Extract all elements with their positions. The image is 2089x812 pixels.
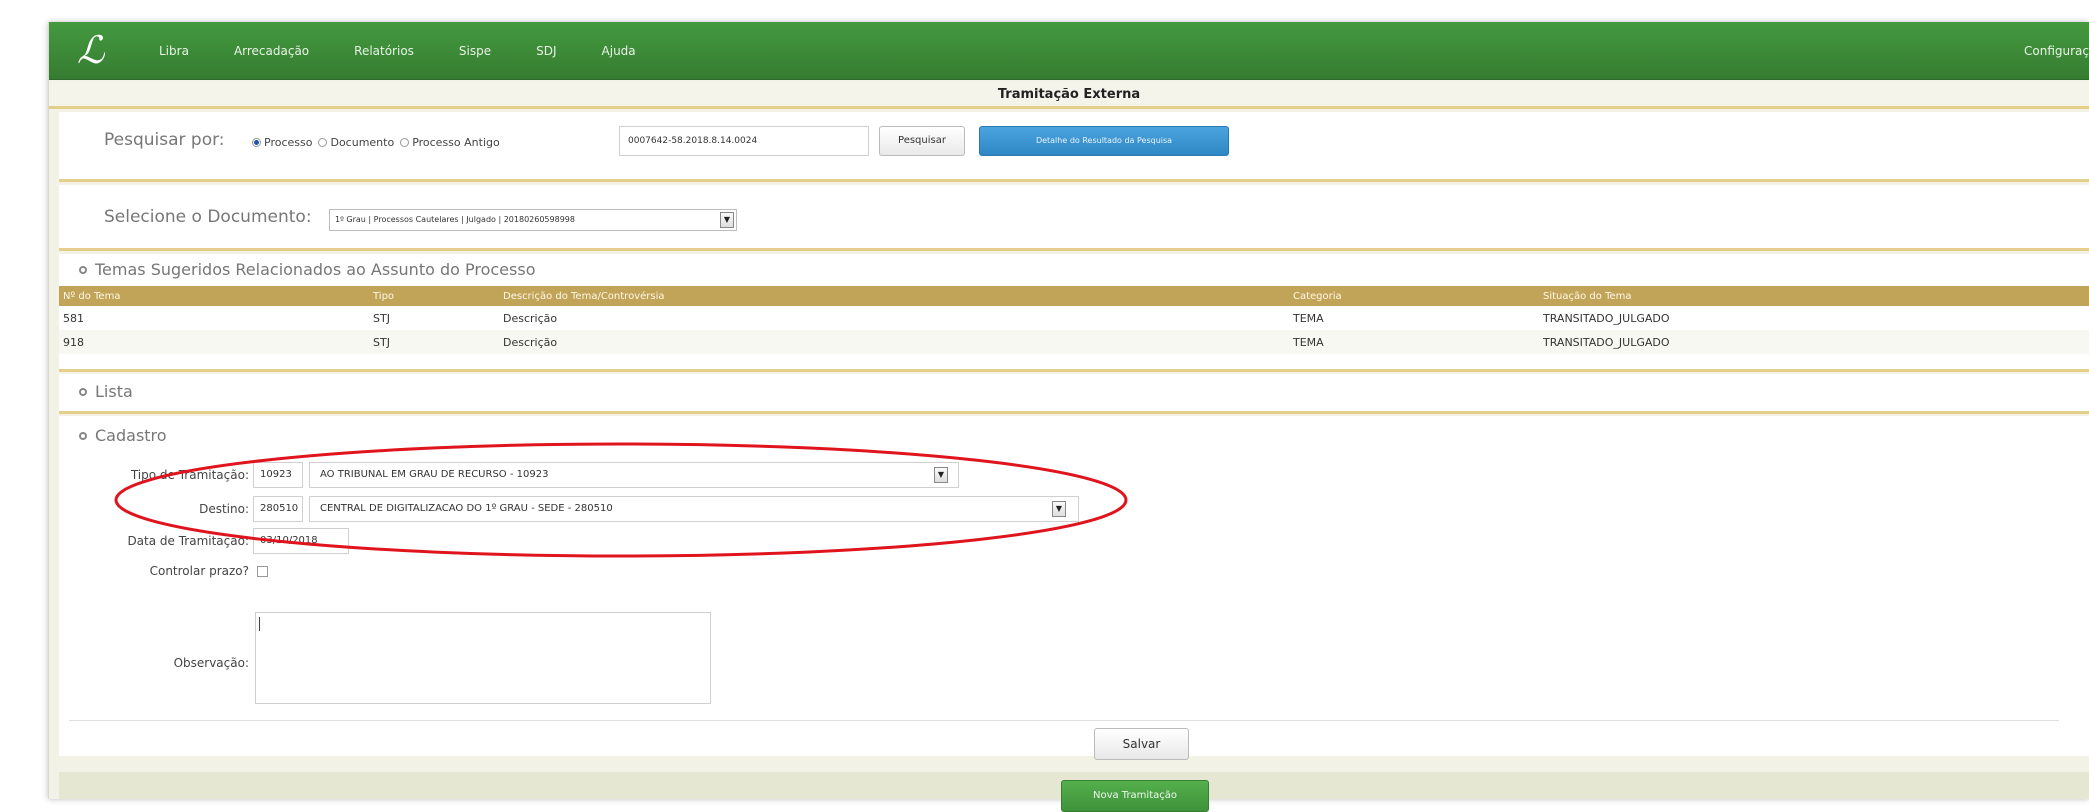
cadastro-section-header[interactable]: Cadastro (79, 426, 167, 445)
destino-select[interactable]: CENTRAL DE DIGITALIZACAO DO 1º GRAU - SE… (309, 496, 1079, 522)
data-tramitacao-label: Data de Tramitação: (127, 534, 249, 548)
temas-table: Nº do Tema Tipo Descrição do Tema/Contro… (59, 286, 2089, 354)
controlar-prazo-label: Controlar prazo? (149, 564, 249, 578)
column-header: Categoria (1289, 286, 1539, 306)
app-window: ℒ Libra Arrecadação Relatórios Sispe SDJ… (48, 22, 2089, 812)
radio-documento[interactable]: Documento (318, 136, 394, 149)
menu-item-relatorios[interactable]: Relatórios (354, 44, 414, 58)
radio-processo-antigo[interactable]: Processo Antigo (400, 136, 500, 149)
collapse-circle-icon (79, 388, 87, 396)
search-by-label: Pesquisar por: (104, 130, 225, 150)
destino-code-input[interactable]: 280510 (253, 496, 303, 522)
controlar-prazo-checkbox[interactable] (257, 566, 268, 577)
radio-processo-label: Processo (264, 136, 313, 149)
menu-item-configuracoes[interactable]: Configuraç (2024, 22, 2089, 80)
lista-section: Lista (59, 374, 2089, 414)
document-select[interactable]: 1º Grau | Processos Cautelares | Julgado… (329, 209, 737, 231)
process-number-input[interactable]: 0007642-58.2018.8.14.0024 (619, 126, 869, 156)
radio-processo-antigo-label: Processo Antigo (412, 136, 500, 149)
divider (69, 720, 2059, 721)
temas-section-title: Temas Sugeridos Relacionados ao Assunto … (95, 260, 536, 279)
search-result-detail-button[interactable]: Detalhe do Resultado da Pesquisa (979, 126, 1229, 156)
document-select-label: Selecione o Documento: (104, 207, 312, 227)
search-type-radio-group: Processo Documento Processo Antigo (252, 136, 506, 149)
search-button[interactable]: Pesquisar (879, 126, 965, 156)
cadastro-section-title: Cadastro (95, 426, 167, 445)
top-navigation-bar: ℒ Libra Arrecadação Relatórios Sispe SDJ… (49, 22, 2089, 80)
save-button[interactable]: Salvar (1094, 728, 1189, 760)
column-header: Tipo (369, 286, 499, 306)
cell-situacao: TRANSITADO_JULGADO (1539, 330, 2089, 354)
cell-categoria: TEMA (1293, 311, 1324, 325)
tipo-tramitacao-label: Tipo de Tramitação: (130, 468, 249, 482)
dropdown-arrow-icon[interactable]: ▼ (934, 467, 948, 483)
column-header: Nº do Tema (59, 286, 369, 306)
temas-section-header[interactable]: Temas Sugeridos Relacionados ao Assunto … (79, 260, 535, 279)
menu-item-arrecadacao[interactable]: Arrecadação (234, 44, 309, 58)
cadastro-section: Cadastro Tipo de Tramitação: 10923 AO TR… (59, 416, 2089, 760)
document-select-value: 1º Grau | Processos Cautelares | Julgado… (335, 215, 575, 224)
cell-descricao: Descrição (503, 311, 558, 325)
text-cursor (259, 617, 260, 631)
tipo-tramitacao-code-input[interactable]: 10923 (253, 462, 303, 488)
table-row[interactable]: 581 STJ Descrição TEMA TRANSITADO_JULGAD… (59, 306, 2089, 330)
radio-unselected-icon (400, 138, 410, 147)
cell-tipo: STJ (369, 330, 499, 354)
dropdown-arrow-icon[interactable]: ▼ (720, 212, 734, 228)
tipo-tramitacao-select[interactable]: AO TRIBUNAL EM GRAU DE RECURSO - 10923 ▼ (309, 462, 959, 488)
cell-tipo: STJ (373, 311, 390, 325)
tipo-tramitacao-select-value: AO TRIBUNAL EM GRAU DE RECURSO - 10923 (320, 469, 549, 480)
cell-categoria: TEMA (1289, 330, 1539, 354)
column-header: Descrição do Tema/Controvérsia (499, 286, 1289, 306)
collapse-circle-icon (79, 432, 87, 440)
lista-section-header[interactable]: Lista (79, 382, 133, 401)
cell-situacao: TRANSITADO_JULGADO (1543, 311, 1670, 325)
page-title: Tramitação Externa (49, 81, 2089, 109)
destino-select-value: CENTRAL DE DIGITALIZACAO DO 1º GRAU - SE… (320, 503, 613, 514)
menu-item-sispe[interactable]: Sispe (459, 44, 491, 58)
search-panel: Pesquisar por: Processo Documento Proces… (59, 112, 2089, 182)
temas-section: Temas Sugeridos Relacionados ao Assunto … (59, 254, 2089, 372)
collapse-circle-icon (79, 266, 87, 274)
new-tramitacao-button[interactable]: Nova Tramitação (1061, 780, 1209, 812)
radio-unselected-icon (318, 138, 328, 147)
observacao-textarea[interactable] (255, 612, 711, 704)
menu-item-ajuda[interactable]: Ajuda (602, 44, 636, 58)
radio-processo[interactable]: Processo (252, 136, 312, 149)
cell-descricao: Descrição (499, 330, 1289, 354)
dropdown-arrow-icon[interactable]: ▼ (1052, 501, 1066, 517)
document-select-panel: Selecione o Documento: 1º Grau | Process… (59, 185, 2089, 251)
lista-section-title: Lista (95, 382, 133, 401)
menu-item-libra[interactable]: Libra (159, 44, 189, 58)
destino-label: Destino: (199, 502, 249, 516)
cell-tema-number: 581 (63, 311, 84, 325)
observacao-label: Observação: (173, 656, 249, 670)
data-tramitacao-input[interactable]: 03/10/2018 (253, 528, 349, 554)
radio-selected-icon (252, 138, 261, 147)
table-header-row: Nº do Tema Tipo Descrição do Tema/Contro… (59, 286, 2089, 306)
cell-tema-number: 918 (59, 330, 369, 354)
table-row[interactable]: 918 STJ Descrição TEMA TRANSITADO_JULGAD… (59, 330, 2089, 354)
radio-documento-label: Documento (330, 136, 395, 149)
libra-logo-icon[interactable]: ℒ (77, 30, 117, 72)
column-header: Situação do Tema (1539, 286, 2089, 306)
menu-item-sdj[interactable]: SDJ (536, 44, 556, 58)
main-menu: Libra Arrecadação Relatórios Sispe SDJ A… (159, 22, 681, 80)
